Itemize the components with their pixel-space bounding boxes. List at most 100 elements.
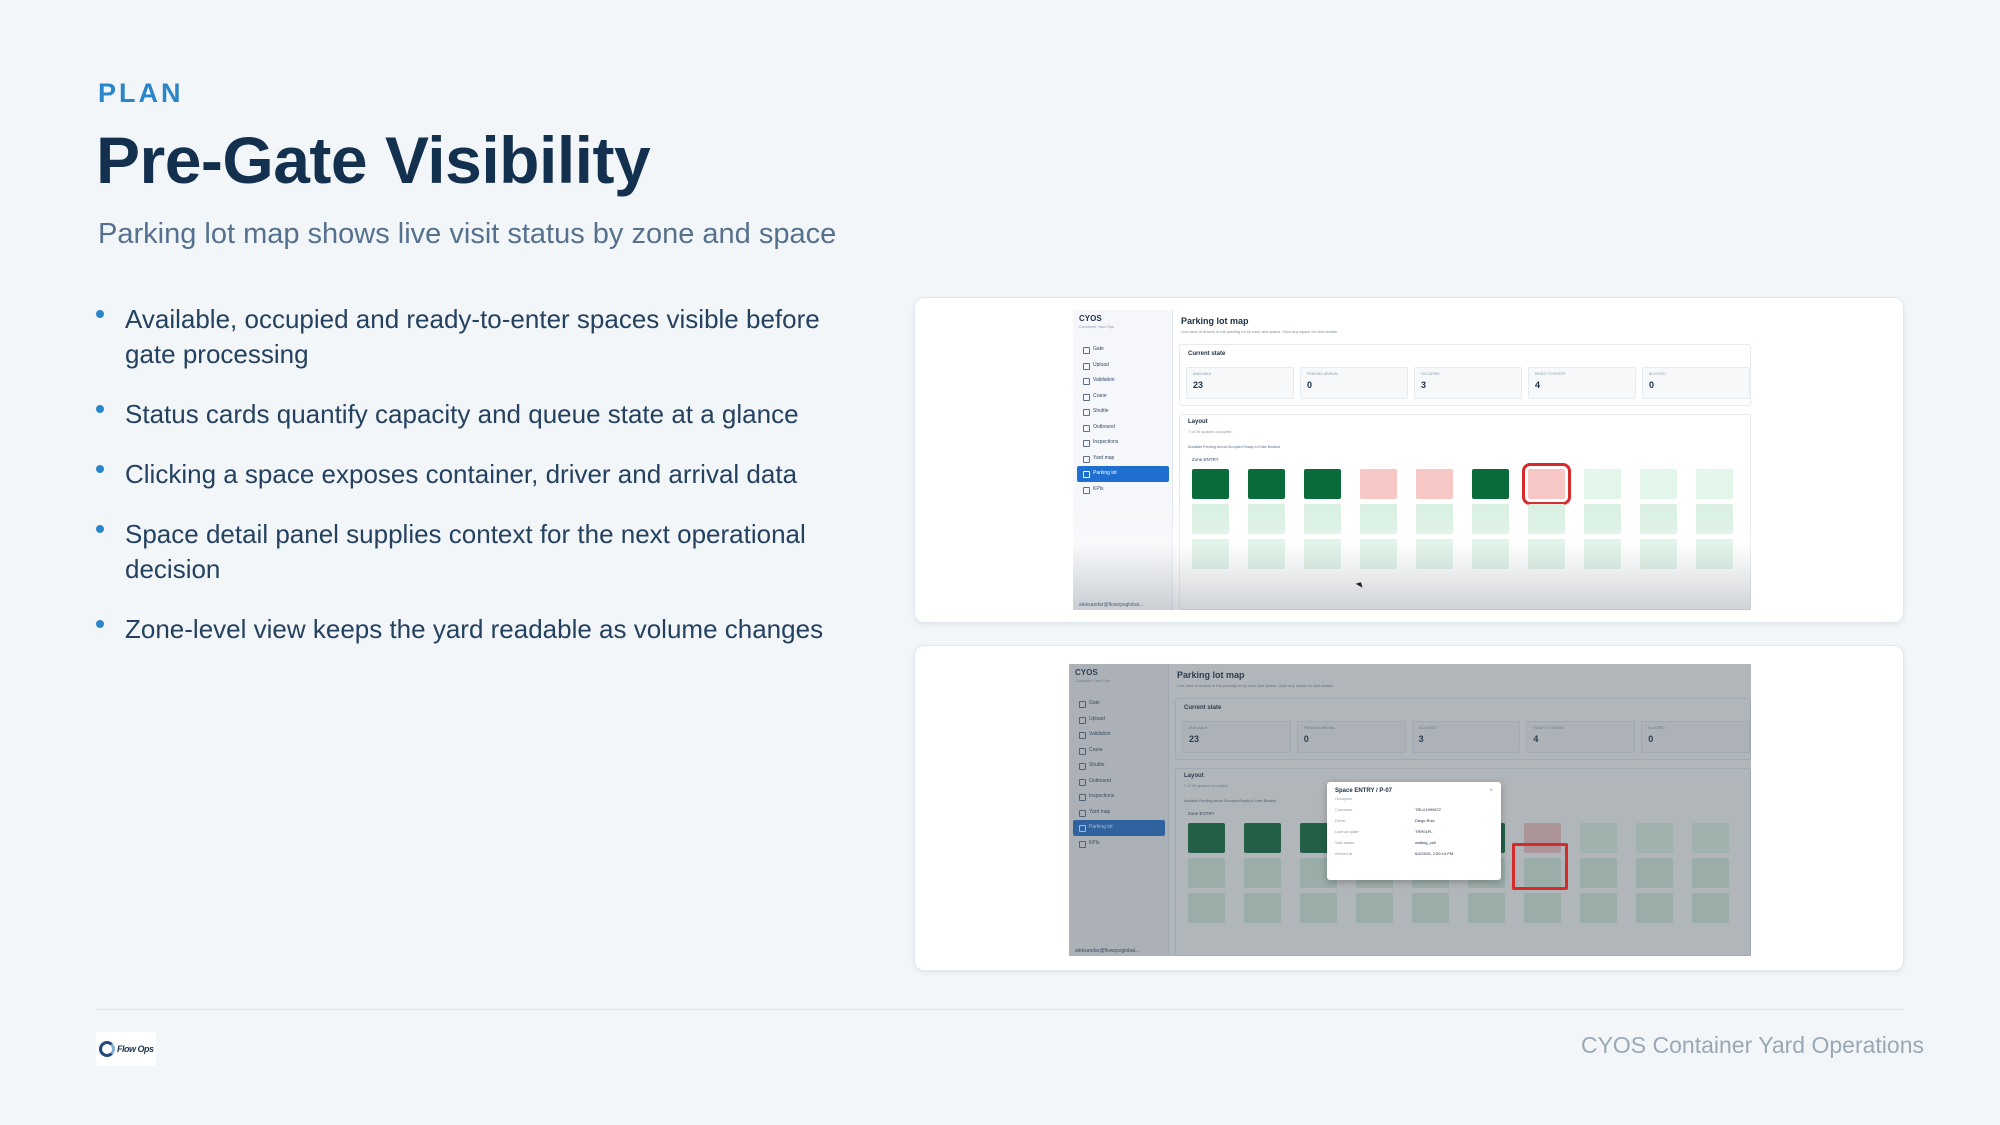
parking-space[interactable] (1416, 469, 1453, 499)
bullet-item: Zone-level view keeps the yard readable … (96, 612, 856, 647)
parking-space-selected[interactable] (1522, 463, 1571, 505)
page-title: Parking lot map (1181, 316, 1249, 326)
close-icon[interactable]: × (1489, 788, 1493, 794)
parking-space[interactable] (1528, 504, 1565, 534)
parking-space[interactable] (1696, 504, 1733, 534)
stat-label: AVAILABLE (1193, 372, 1212, 376)
zone-label: Zone ENTRY (1192, 457, 1219, 462)
nav-item-gate[interactable]: Gate (1077, 342, 1169, 358)
detail-row: Arrived at 6/4/2026, 2:59:14 PM (1335, 851, 1493, 856)
app-main: Parking lot map Live view of drivers in … (1173, 310, 1751, 610)
parking-space[interactable] (1640, 469, 1677, 499)
stat-value: 3 (1421, 380, 1427, 390)
stat-label: PENDING ARRIVAL (1307, 372, 1339, 376)
nav-item-crane[interactable]: Crane (1077, 389, 1169, 405)
parking-space[interactable] (1192, 469, 1229, 499)
parking-space[interactable] (1640, 504, 1677, 534)
parking-space[interactable] (1304, 469, 1341, 499)
selected-space-highlight (1512, 843, 1568, 890)
space-detail-popup: Space ENTRY / P-07 Occupied × Container T… (1327, 782, 1501, 880)
parking-space[interactable] (1528, 539, 1565, 569)
parking-space[interactable] (1640, 539, 1677, 569)
nav-item-shuttle[interactable]: Shuttle (1077, 404, 1169, 420)
current-state-panel: Current state AVAILABLE 23 PENDING ARRIVA… (1179, 344, 1751, 406)
nav-item-validation[interactable]: Validation (1077, 373, 1169, 389)
footer-divider (96, 1009, 1904, 1010)
logo-text: Flow Ops (117, 1044, 154, 1054)
detail-key: Driver (1335, 818, 1346, 823)
stat-label: BLOCKED (1649, 372, 1666, 376)
detail-value: TRLU1999872 (1415, 807, 1442, 812)
parking-space[interactable] (1472, 539, 1509, 569)
parking-space[interactable] (1584, 539, 1621, 569)
bullet-item: Space detail panel supplies context for … (96, 517, 856, 587)
space-grid (1192, 463, 1744, 569)
screenshot-card-detail: CYOS Container Yard Ops Gate Upload Vali… (914, 645, 1904, 971)
detail-key: Container (1335, 807, 1353, 812)
detail-value: TRR01PL (1415, 829, 1433, 834)
nav-item-kpis[interactable]: KPIs (1077, 482, 1169, 498)
bullet-item: Clicking a space exposes container, driv… (96, 457, 856, 492)
detail-value: Diego Ruiz (1415, 818, 1435, 823)
slide-title: Pre-Gate Visibility (96, 123, 651, 197)
stat-label: READY TO ENTER (1535, 372, 1566, 376)
nav-item-parking-lot[interactable]: Parking lot (1077, 466, 1169, 482)
stat-card-ready: READY TO ENTER 4 (1528, 367, 1636, 399)
parking-space[interactable] (1696, 539, 1733, 569)
slide-subtitle: Parking lot map shows live visit status … (98, 218, 837, 250)
current-state-title: Current state (1188, 351, 1226, 357)
detail-key: Arrived at (1335, 851, 1353, 856)
company-logo: Flow Ops (96, 1032, 156, 1066)
footer-caption: CYOS Container Yard Operations (1580, 1032, 1924, 1058)
stat-value: 0 (1649, 380, 1655, 390)
parking-space[interactable] (1584, 469, 1621, 499)
parking-lot-screenshot: CYOS Container Yard Ops Gate Upload Vali… (1073, 310, 1751, 610)
detail-row: Container TRLU1999872 (1335, 807, 1493, 812)
detail-key: Visit status (1335, 840, 1355, 845)
stat-card-blocked: BLOCKED 0 (1642, 367, 1750, 399)
parking-space[interactable] (1248, 539, 1285, 569)
page-description: Live view of drivers in the parking lot … (1181, 329, 1338, 334)
user-email: aleksandar@flowopsglobal... (1079, 602, 1144, 608)
parking-space[interactable] (1472, 504, 1509, 534)
popup-title: Space ENTRY / P-07 (1335, 788, 1393, 794)
nav-item-upload[interactable]: Upload (1077, 358, 1169, 374)
parking-space[interactable] (1416, 539, 1453, 569)
parking-space[interactable] (1248, 469, 1285, 499)
parking-space[interactable] (1416, 504, 1453, 534)
logo-mark-icon (99, 1041, 115, 1057)
nav-item-outbound[interactable]: Outbound (1077, 420, 1169, 436)
parking-space[interactable] (1360, 539, 1397, 569)
stat-card-occupied: OCCUPIED 3 (1414, 367, 1522, 399)
parking-space[interactable] (1304, 539, 1341, 569)
stat-label: OCCUPIED (1421, 372, 1440, 376)
layout-title: Layout (1188, 419, 1208, 425)
section-eyebrow: PLAN (98, 78, 184, 108)
parking-space[interactable] (1472, 469, 1509, 499)
screenshot-card-map: CYOS Container Yard Ops Gate Upload Vali… (914, 297, 1904, 623)
parking-space[interactable] (1192, 539, 1229, 569)
bullet-item: Status cards quantify capacity and queue… (96, 397, 856, 432)
stat-value: 0 (1307, 380, 1313, 390)
parking-space[interactable] (1360, 504, 1397, 534)
status-cards: AVAILABLE 23 PENDING ARRIVAL 0 OCCUPIED 3 R… (1186, 367, 1750, 399)
detail-value: waiting_call (1415, 840, 1436, 845)
parking-space[interactable] (1584, 504, 1621, 534)
detail-row: License plate TRR01PL (1335, 829, 1493, 834)
parking-space[interactable] (1304, 504, 1341, 534)
detail-key: License plate (1335, 829, 1359, 834)
detail-row: Driver Diego Ruiz (1335, 818, 1493, 823)
parking-space[interactable] (1192, 504, 1229, 534)
stat-card-available: AVAILABLE 23 (1186, 367, 1294, 399)
nav-item-inspections[interactable]: Inspections (1077, 435, 1169, 451)
parking-space[interactable] (1360, 469, 1397, 499)
layout-panel: Layout 7 of 30 spaces occupied Available… (1179, 414, 1751, 610)
detail-value: 6/4/2026, 2:59:14 PM (1415, 851, 1454, 856)
app-sidebar: CYOS Container Yard Ops Gate Upload Vali… (1073, 310, 1173, 610)
detail-row: Visit status waiting_call (1335, 840, 1493, 845)
app-brand: CYOS (1079, 314, 1102, 323)
nav-item-yard-map[interactable]: Yard map (1077, 451, 1169, 467)
parking-space[interactable] (1248, 504, 1285, 534)
parking-space[interactable] (1696, 469, 1733, 499)
layout-subtitle: 7 of 30 spaces occupied (1188, 429, 1232, 434)
